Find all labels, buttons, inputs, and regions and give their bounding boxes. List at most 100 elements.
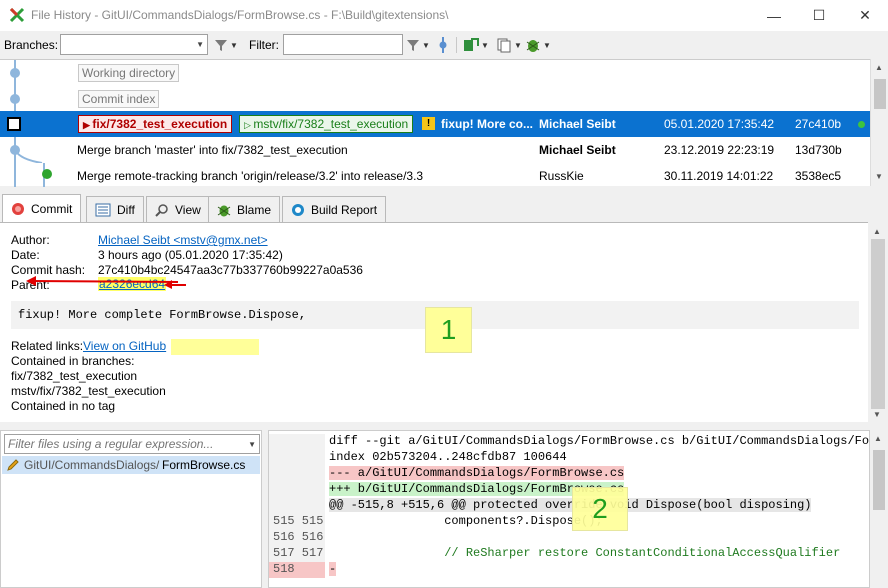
show-first-parent-button[interactable]: [437, 36, 449, 54]
git-extensions-logo-icon: [9, 7, 25, 23]
diff-line: +++ b/GitUI/CommandsDialogs/FormBrowse.c…: [269, 482, 869, 498]
diff-viewer[interactable]: diff --git a/GitUI/CommandsDialogs/FormB…: [268, 430, 870, 588]
file-filter-input[interactable]: [5, 435, 233, 452]
remote-branch-badge: ▷ mstv/fix/7382_test_execution: [239, 115, 414, 133]
title-bar: File History - GitUI/CommandsDialogs/For…: [0, 0, 888, 31]
detail-tabs: Commit Diff View Blame Build Report: [0, 194, 888, 222]
annotation-arrows: [26, 276, 186, 289]
graph-node: [10, 68, 20, 78]
refresh-icon: [464, 38, 479, 51]
annotation-marker-2: 2: [572, 487, 628, 531]
graph-node: [42, 169, 52, 179]
minimize-button[interactable]: —: [751, 0, 797, 31]
scroll-up-icon[interactable]: ▲: [875, 63, 883, 72]
highlight-box: [171, 339, 259, 355]
scroll-up-icon[interactable]: ▲: [873, 227, 881, 236]
related-links-label: Related links:: [11, 339, 84, 353]
commit-hash: 27c410b: [795, 117, 842, 131]
revision-row-selected[interactable]: ▶ fix/7382_test_execution ▷ mstv/fix/738…: [0, 111, 870, 137]
tab-commit[interactable]: Commit: [2, 194, 82, 222]
branch-node-icon: [439, 37, 447, 53]
diff-line: @@ -515,8 +515,6 @@ protected override v…: [269, 498, 869, 514]
working-directory-label: Working directory: [78, 64, 180, 82]
commit-hash: 13d730b: [795, 143, 842, 157]
revision-row[interactable]: Merge branch 'master' into fix/7382_test…: [0, 137, 870, 163]
diff-icon: [95, 203, 111, 216]
scroll-up-icon[interactable]: ▲: [874, 434, 882, 443]
branch-item: fix/7382_test_execution: [11, 369, 138, 383]
branch-arrow-icon: ▷: [244, 120, 254, 130]
date-value: 3 hours ago (05.01.2020 17:35:42): [98, 248, 283, 262]
diff-line-number: 517 517: [269, 546, 325, 562]
tab-build-report[interactable]: Build Report: [282, 196, 387, 222]
commit-date: 30.11.2019 14:01:22: [664, 169, 774, 183]
diff-line-text: // ReSharper restore ConstantConditional…: [329, 546, 841, 560]
diff-line: 518-: [269, 562, 869, 578]
file-filter-combo[interactable]: ▼: [4, 434, 260, 454]
contained-branches-label: Contained in branches:: [11, 354, 135, 368]
scroll-down-icon[interactable]: ▼: [873, 410, 881, 419]
info-scrollbar[interactable]: ▲ ▼: [868, 222, 888, 422]
commit-index-label: Commit index: [78, 90, 160, 108]
toolbar: Branches: ▼ ▼ Filter: ▼ ▼ ▼ ▼: [0, 31, 888, 59]
window-title: File History - GitUI/CommandsDialogs/For…: [31, 8, 449, 22]
tab-view[interactable]: View: [146, 196, 210, 222]
diff-line-text: --- a/GitUI/CommandsDialogs/FormBrowse.c…: [329, 466, 625, 480]
graph-node-selected: [7, 117, 21, 131]
tab-diff[interactable]: Diff: [86, 196, 144, 222]
copy-button[interactable]: ▼: [496, 36, 522, 54]
commit-author: Michael Seibt: [539, 143, 616, 157]
commit-date: 05.01.2020 17:35:42: [664, 117, 775, 131]
magnifier-icon: [155, 203, 168, 217]
author-label: Author:: [11, 233, 50, 247]
scroll-thumb[interactable]: [873, 450, 885, 510]
graph-branch-line: [14, 149, 43, 163]
copy-icon: [497, 38, 511, 53]
refresh-button[interactable]: ▼: [463, 36, 489, 54]
commit-icon: [12, 202, 24, 215]
commit-hash: 3538ec5: [795, 169, 842, 183]
annotation-marker-1: 1: [425, 307, 472, 353]
bug-icon: [526, 40, 540, 52]
filter-label: Filter:: [249, 38, 279, 52]
plugins-button[interactable]: ▼: [525, 36, 551, 54]
diff-line: 516 516: [269, 530, 869, 546]
file-name: FormBrowse.cs: [162, 458, 246, 472]
revision-row-working-directory[interactable]: Working directory: [0, 60, 870, 86]
commit-date: 23.12.2019 22:23:19: [664, 143, 775, 157]
branch-item: mstv/fix/7382_test_execution: [11, 384, 166, 398]
revision-grid[interactable]: Working directory Commit index ▶ fix/738…: [0, 59, 870, 189]
revision-row[interactable]: Merge remote-tracking branch 'origin/rel…: [0, 163, 870, 189]
file-path: GitUI/CommandsDialogs/: [24, 458, 160, 472]
diff-scrollbar[interactable]: ▲: [870, 430, 888, 588]
author-link[interactable]: Michael Seibt <mstv@gmx.net>: [98, 233, 268, 247]
diff-line: --- a/GitUI/CommandsDialogs/FormBrowse.c…: [269, 466, 869, 482]
close-button[interactable]: ✕: [842, 0, 888, 31]
scroll-thumb[interactable]: [871, 239, 885, 409]
file-item[interactable]: GitUI/CommandsDialogs/ FormBrowse.cs: [2, 456, 260, 474]
toolbar-divider: [456, 37, 457, 53]
branch-filter-button[interactable]: ▼: [214, 36, 238, 54]
revision-row-commit-index[interactable]: Commit index: [0, 86, 870, 112]
branches-combo[interactable]: ▼: [60, 34, 208, 55]
tab-blame[interactable]: Blame: [208, 196, 281, 222]
github-link[interactable]: View on GitHub: [83, 339, 166, 353]
commit-author: RussKie: [539, 169, 584, 183]
no-tag-text: Contained in no tag: [11, 399, 116, 413]
scroll-thumb[interactable]: [874, 79, 886, 109]
diff-line-number: 518: [269, 562, 325, 578]
commit-info-panel: Author: Michael Seibt <mstv@gmx.net> Dat…: [0, 222, 870, 422]
graph-scrollbar[interactable]: ▲ ▼: [870, 59, 888, 186]
branches-label: Branches:: [4, 38, 59, 52]
maximize-button[interactable]: ☐: [796, 0, 842, 31]
diff-line-number: 516 516: [269, 530, 325, 546]
scroll-down-icon[interactable]: ▼: [875, 172, 883, 181]
filter-options-button[interactable]: ▼: [406, 36, 430, 54]
funnel-icon: [215, 40, 227, 51]
diff-line-number: [269, 482, 325, 498]
diff-line: 515 515 components?.Dispose();: [269, 514, 869, 530]
branch-arrow-icon: ▶: [83, 120, 93, 130]
chevron-down-icon[interactable]: ▼: [248, 440, 256, 449]
diff-line-number: [269, 498, 325, 514]
filter-input[interactable]: [283, 34, 403, 55]
